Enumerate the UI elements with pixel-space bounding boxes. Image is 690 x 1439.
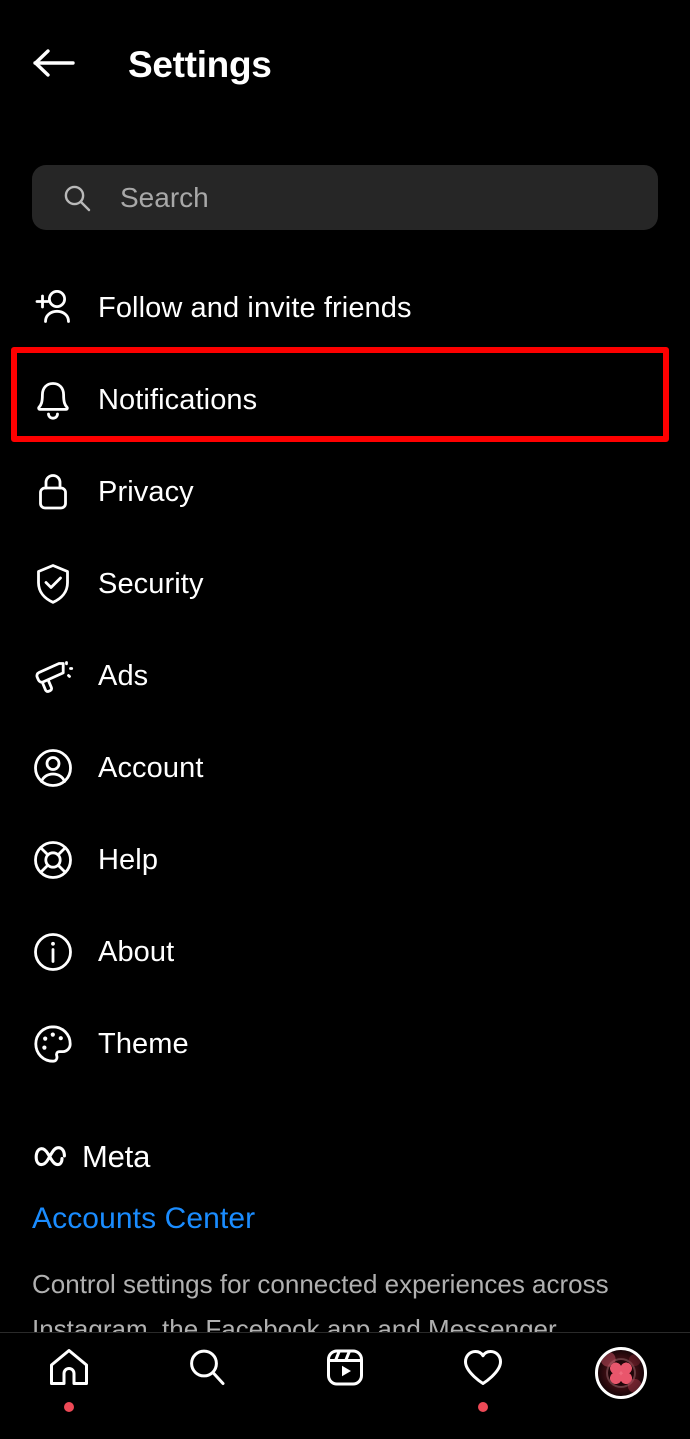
profile-avatar [595,1347,647,1399]
palette-icon [30,1021,76,1067]
menu-item-theme[interactable]: Theme [0,998,690,1090]
meta-section: Meta Accounts Center Control settings fo… [32,1135,672,1352]
menu-item-label: Help [98,843,159,876]
heart-icon [460,1345,506,1394]
settings-screen: Settings Follow and invite friends [0,0,690,1439]
menu-item-label: Ads [98,659,149,692]
menu-item-security[interactable]: Security [0,538,690,630]
nav-badge-dot [478,1402,488,1412]
nav-search[interactable] [138,1333,276,1439]
menu-item-label: Follow and invite friends [98,291,412,324]
nav-profile[interactable] [552,1333,690,1439]
home-icon [46,1345,92,1394]
header: Settings [0,0,690,130]
lock-icon [30,469,76,515]
meta-brand: Meta [32,1135,672,1179]
search-bar[interactable] [32,165,658,230]
settings-menu: Follow and invite friends Notifications … [0,262,690,1090]
lifebuoy-icon [30,837,76,883]
page-title: Settings [128,44,272,85]
menu-item-account[interactable]: Account [0,722,690,814]
menu-item-label: Privacy [98,475,194,508]
menu-item-label: About [98,935,175,968]
meta-infinity-icon [32,1144,72,1170]
person-add-icon [30,285,76,331]
menu-item-follow-and-invite-friends[interactable]: Follow and invite friends [0,262,690,354]
search-icon [62,183,92,213]
menu-item-label: Notifications [98,383,258,416]
meta-brand-label: Meta [82,1139,151,1174]
person-circle-icon [30,745,76,791]
bottom-navigation [0,1332,690,1439]
reels-icon [322,1345,368,1394]
search-input[interactable] [120,181,638,214]
arrow-left-icon [32,47,76,84]
nav-home[interactable] [0,1333,138,1439]
menu-item-label: Account [98,751,204,784]
nav-activity[interactable] [414,1333,552,1439]
menu-item-privacy[interactable]: Privacy [0,446,690,538]
info-circle-icon [30,929,76,975]
back-button[interactable] [24,35,84,95]
nav-badge-dot [64,1402,74,1412]
menu-item-about[interactable]: About [0,906,690,998]
megaphone-icon [30,653,76,699]
menu-item-label: Theme [98,1027,189,1060]
nav-reels[interactable] [276,1333,414,1439]
accounts-center-link[interactable]: Accounts Center [32,1202,672,1236]
menu-item-ads[interactable]: Ads [0,630,690,722]
shield-check-icon [30,561,76,607]
menu-item-notifications[interactable]: Notifications [0,354,690,446]
menu-item-label: Security [98,567,204,600]
search-icon [184,1345,230,1394]
menu-item-help[interactable]: Help [0,814,690,906]
bell-icon [30,377,76,423]
